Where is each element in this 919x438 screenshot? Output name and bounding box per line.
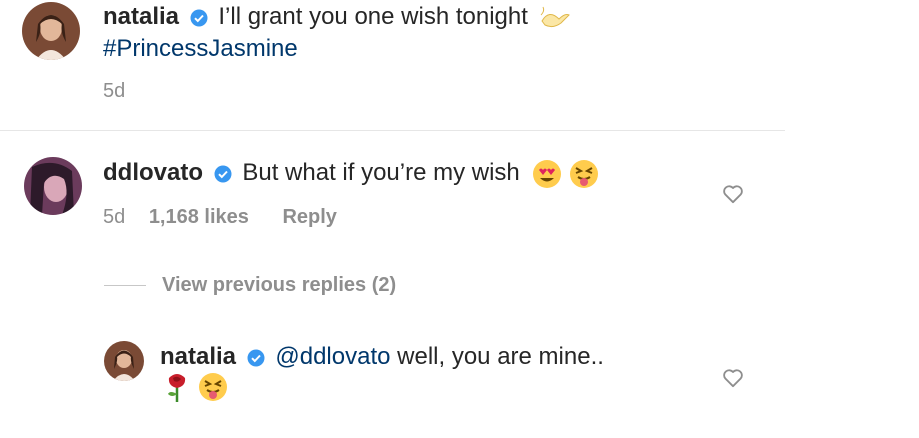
reply-line: natalia @ddlovato well, you are mine.. [160, 342, 604, 372]
avatar-image [104, 341, 144, 381]
verified-badge-icon [190, 9, 208, 27]
post-caption-line: natalia I’ll grant you one wish tonight [103, 2, 571, 32]
comment-time: 5d [103, 206, 126, 228]
avatar-ddlovato[interactable] [24, 157, 82, 215]
post-caption-text: I’ll grant you one wish tonight [218, 3, 528, 30]
post-hashtag[interactable]: #PrincessJasmine [103, 34, 298, 64]
avatar-image [24, 157, 82, 215]
reply-username[interactable]: natalia [160, 343, 236, 370]
avatar-image [22, 2, 80, 60]
comment-line: ddlovato But what if you’re my wish [103, 158, 599, 189]
rose-emoji-icon [168, 374, 186, 402]
instagram-comments-view: natalia I’ll grant you one wish tonight … [0, 0, 919, 438]
squinting-tongue-emoji-icon [570, 159, 599, 188]
comment-likes[interactable]: 1,168 likes [149, 206, 249, 228]
post-time: 5d [103, 80, 126, 102]
comment-text: But what if you’re my wish [242, 159, 520, 186]
thread-line [104, 285, 146, 287]
view-previous-label: View previous replies (2) [162, 274, 397, 296]
verified-badge-icon [214, 165, 232, 183]
magic-lamp-icon [540, 6, 570, 27]
comment-username[interactable]: ddlovato [103, 159, 203, 186]
reply-mention[interactable]: @ddlovato [275, 343, 390, 370]
post-username[interactable]: natalia [103, 3, 179, 30]
heart-eyes-emoji-icon [533, 159, 562, 188]
heart-outline-icon[interactable] [722, 368, 744, 388]
avatar-natalia-post[interactable] [22, 2, 80, 60]
view-previous-replies-button[interactable]: View previous replies (2) [104, 274, 396, 297]
divider [0, 130, 785, 131]
squinting-tongue-emoji-icon [199, 373, 228, 401]
reply-emoji-line [164, 372, 228, 404]
heart-outline-icon[interactable] [722, 184, 744, 204]
avatar-natalia-reply[interactable] [104, 341, 144, 381]
reply-text: well, you are mine.. [397, 343, 604, 370]
verified-badge-icon [247, 349, 265, 367]
comment-reply-button[interactable]: Reply [282, 206, 336, 228]
comment-meta: 5d 1,168 likes Reply [103, 206, 337, 229]
